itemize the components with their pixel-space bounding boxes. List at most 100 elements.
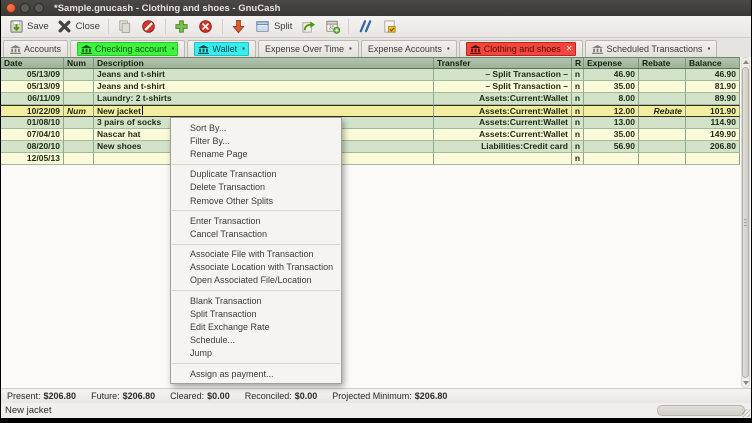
cell-num[interactable]: [64, 153, 94, 165]
column-header-rebate[interactable]: Rebate: [639, 58, 686, 68]
cell-num[interactable]: [64, 141, 94, 153]
vertical-scrollbar[interactable]: [740, 57, 751, 388]
cell-rebate[interactable]: [639, 81, 686, 93]
cell-reconciled[interactable]: n: [572, 81, 584, 93]
cell-rebate[interactable]: [639, 129, 686, 141]
jump-button[interactable]: [296, 18, 320, 36]
table-row-selected[interactable]: 10/22/09 Num New jacket Assets:Current:W…: [1, 105, 751, 117]
enter-transaction-button[interactable]: [170, 18, 194, 36]
tab-wallet[interactable]: Wallet ▪: [187, 40, 256, 57]
cell-reconciled[interactable]: n: [572, 69, 584, 81]
close-button[interactable]: Close: [53, 18, 104, 36]
cell-date[interactable]: 05/13/09: [1, 69, 64, 81]
cell-balance[interactable]: [686, 153, 740, 165]
table-row[interactable]: 05/13/09 Jeans and t-shirt – Split Trans…: [1, 69, 751, 81]
menu-item-remove-other-splits[interactable]: Remove Other Splits: [171, 194, 341, 207]
cell-date[interactable]: 01/08/10: [1, 117, 64, 129]
cell-num[interactable]: Num: [64, 105, 94, 117]
cell-transfer[interactable]: Assets:Current:Wallet: [434, 93, 572, 105]
cell-reconciled[interactable]: n: [572, 117, 584, 129]
tab-expense-over-time[interactable]: Expense Over Time ▪: [258, 40, 359, 57]
table-row[interactable]: 06/11/09 Laundry: 2 t-shirts Assets:Curr…: [1, 93, 751, 105]
cell-date[interactable]: 08/20/10: [1, 141, 64, 153]
cell-reconciled[interactable]: n: [572, 129, 584, 141]
cell-balance[interactable]: 114.90: [686, 117, 740, 129]
menu-item-sort-by[interactable]: Sort By...: [171, 121, 341, 134]
cell-expense[interactable]: 12.00: [584, 105, 639, 117]
cell-reconciled[interactable]: n: [572, 153, 584, 165]
cell-balance[interactable]: 81.90: [686, 81, 740, 93]
menu-item-blank-transaction[interactable]: Blank Transaction: [171, 294, 341, 307]
transfer-button[interactable]: [353, 18, 377, 36]
cell-reconciled[interactable]: n: [572, 93, 584, 105]
cell-reconciled[interactable]: n: [572, 105, 584, 117]
column-header-description[interactable]: Description: [94, 58, 434, 68]
cell-balance[interactable]: 206.80: [686, 141, 740, 153]
column-header-r[interactable]: R: [572, 58, 584, 68]
cell-num[interactable]: [64, 117, 94, 129]
column-header-num[interactable]: Num: [64, 58, 94, 68]
tab-close-icon[interactable]: ▪: [242, 45, 245, 53]
cell-date[interactable]: 10/22/09: [1, 105, 64, 117]
column-header-transfer[interactable]: Transfer: [434, 58, 572, 68]
cell-transfer[interactable]: Liabilities:Credit card: [434, 141, 572, 153]
menu-item-filter-by[interactable]: Filter By...: [171, 134, 341, 147]
menu-item-cancel-transaction[interactable]: Cancel Transaction: [171, 227, 341, 240]
cell-expense[interactable]: 35.00: [584, 129, 639, 141]
cell-transfer[interactable]: Assets:Current:Wallet: [434, 117, 572, 129]
window-close-button[interactable]: [6, 3, 16, 13]
tab-close-icon[interactable]: ▪: [708, 45, 711, 53]
cell-expense[interactable]: 13.00: [584, 117, 639, 129]
blank-transaction-button[interactable]: [227, 18, 251, 36]
cell-rebate[interactable]: [639, 69, 686, 81]
cell-expense[interactable]: 8.00: [584, 93, 639, 105]
cell-expense[interactable]: 56.90: [584, 141, 639, 153]
cell-num[interactable]: [64, 81, 94, 93]
reconcile-button[interactable]: [377, 18, 401, 36]
cell-date[interactable]: 07/04/10: [1, 129, 64, 141]
scrollbar-thumb[interactable]: [742, 67, 749, 378]
cell-num[interactable]: [64, 69, 94, 81]
menu-item-open-associated[interactable]: Open Associated File/Location: [171, 274, 341, 287]
cell-balance[interactable]: 46.90: [686, 69, 740, 81]
cell-rebate[interactable]: [639, 93, 686, 105]
table-row[interactable]: 07/04/10 Nascar hat Assets:Current:Walle…: [1, 129, 751, 141]
window-maximize-button[interactable]: [34, 3, 44, 13]
cell-expense[interactable]: 46.90: [584, 69, 639, 81]
cell-balance[interactable]: 89.90: [686, 93, 740, 105]
tab-close-icon[interactable]: ▪: [172, 45, 175, 53]
cell-rebate[interactable]: [639, 117, 686, 129]
menu-item-schedule[interactable]: Schedule...: [171, 334, 341, 347]
table-row[interactable]: 05/13/09 Jeans and t-shirt – Split Trans…: [1, 81, 751, 93]
cell-description[interactable]: Jeans and t-shirt: [94, 69, 434, 81]
save-button[interactable]: Save: [4, 18, 53, 36]
resize-grip[interactable]: [742, 409, 750, 417]
tab-scheduled-transactions[interactable]: Scheduled Transactions ▪: [585, 40, 717, 57]
cell-date[interactable]: 06/11/09: [1, 93, 64, 105]
menu-item-associate-file[interactable]: Associate File with Transaction: [171, 248, 341, 261]
table-row[interactable]: 01/08/10 3 pairs of socks Assets:Current…: [1, 117, 751, 129]
table-row[interactable]: 08/20/10 New shoes Liabilities:Credit ca…: [1, 141, 751, 153]
menu-item-associate-location[interactable]: Associate Location with Transaction: [171, 261, 341, 274]
menu-item-jump[interactable]: Jump: [171, 347, 341, 360]
menu-item-edit-exchange-rate[interactable]: Edit Exchange Rate: [171, 320, 341, 333]
table-row[interactable]: 12/05/13 n: [1, 153, 751, 165]
cell-transfer[interactable]: [434, 153, 572, 165]
tab-close-icon[interactable]: ▪: [349, 45, 352, 53]
window-minimize-button[interactable]: [20, 3, 30, 13]
tab-close-icon[interactable]: ✕: [566, 45, 573, 53]
cell-date[interactable]: 12/05/13: [1, 153, 64, 165]
cell-expense[interactable]: [584, 153, 639, 165]
menu-item-enter-transaction[interactable]: Enter Transaction: [171, 214, 341, 227]
cell-expense[interactable]: 35.00: [584, 81, 639, 93]
cell-num[interactable]: [64, 129, 94, 141]
tab-expense-accounts[interactable]: Expense Accounts ▪: [361, 40, 457, 57]
cell-description-editing[interactable]: New jacket: [94, 105, 434, 117]
cell-transfer[interactable]: Assets:Current:Wallet: [434, 129, 572, 141]
cell-balance[interactable]: 149.90: [686, 129, 740, 141]
cell-reconciled[interactable]: n: [572, 141, 584, 153]
scrollbar-down-arrow[interactable]: [742, 379, 749, 387]
cell-transfer[interactable]: – Split Transaction –: [434, 81, 572, 93]
duplicate-transaction-button[interactable]: [113, 18, 137, 36]
menu-item-rename-page[interactable]: Rename Page: [171, 147, 341, 160]
